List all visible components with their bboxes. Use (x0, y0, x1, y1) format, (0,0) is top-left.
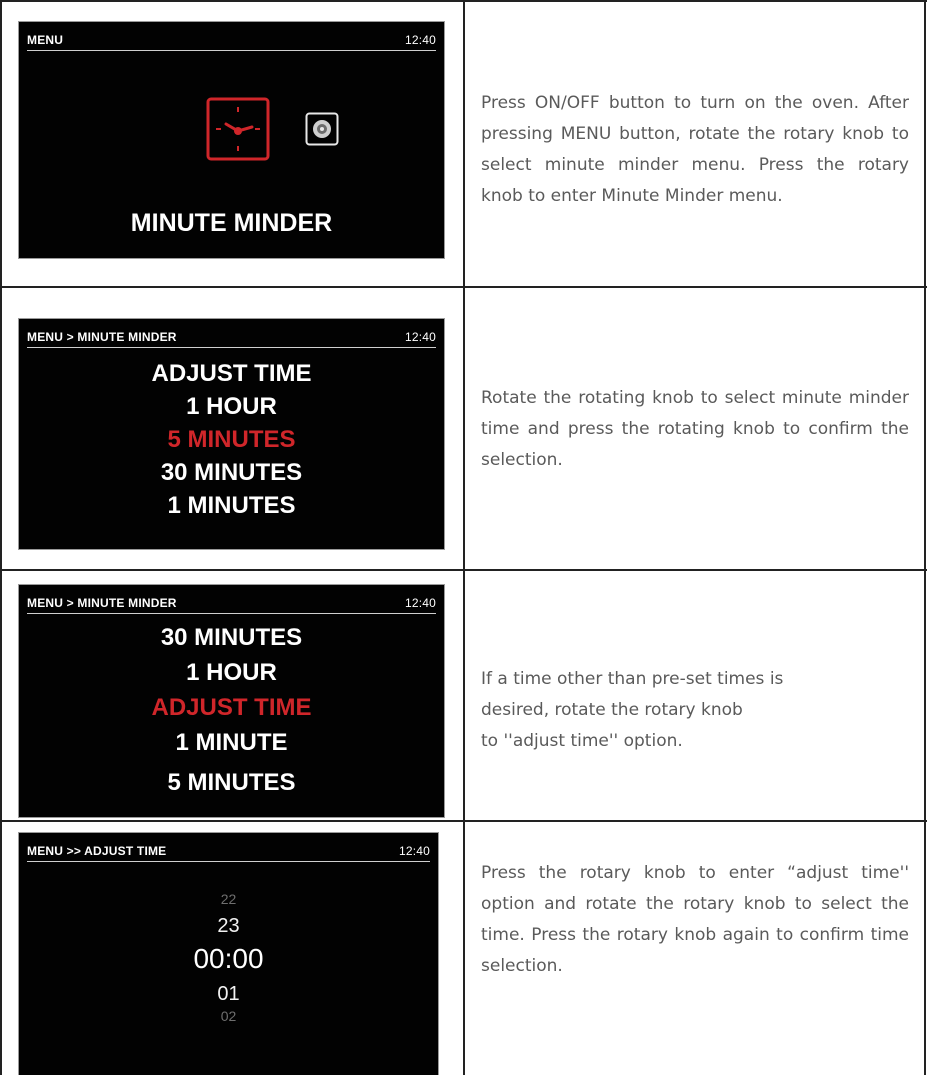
oven-display-menu: MENU 12:40 MINUTE MINDER (18, 21, 445, 259)
time-value: 01 (217, 983, 240, 1005)
step-description: Press the rotary knob to enter “adjust t… (481, 863, 909, 976)
display-header: MENU >> ADJUST TIME 12:40 (27, 843, 430, 862)
menu-option: 30 MINUTES (160, 624, 303, 651)
display-header: MENU > MINUTE MINDER 12:40 (27, 595, 436, 614)
step-description: If a time other than pre-set times is de… (481, 664, 909, 757)
oven-icon (305, 112, 339, 146)
display-breadcrumb: MENU > MINUTE MINDER (27, 596, 177, 610)
instruction-table: MENU 12:40 MINUTE MINDER Press ON/OFF bu… (0, 0, 927, 1075)
display-breadcrumb: MENU >> ADJUST TIME (27, 844, 167, 858)
menu-option: 30 MINUTES (160, 459, 303, 486)
table-row-divider (0, 286, 927, 288)
display-header: MENU > MINUTE MINDER 12:40 (27, 329, 436, 348)
menu-option: ADJUST TIME (151, 360, 312, 387)
display-clock: 12:40 (404, 330, 436, 344)
description-line: If a time other than pre-set times is (481, 669, 784, 689)
menu-option-selected: 5 MINUTES (167, 426, 296, 453)
menu-option-selected: ADJUST TIME (151, 694, 312, 721)
display-clock: 12:40 (398, 844, 430, 858)
description-line: to ''adjust time'' option. (481, 731, 683, 751)
display-breadcrumb: MENU (27, 33, 64, 47)
display-header: MENU 12:40 (27, 32, 436, 51)
menu-option: 1 MINUTE (175, 729, 288, 756)
table-border-top (0, 0, 927, 2)
description-line: desired, rotate the rotary knob (481, 700, 743, 720)
menu-option: 1 MINUTES (167, 492, 296, 519)
clock-icon (206, 97, 270, 161)
table-border-right (924, 0, 926, 1075)
menu-option: 5 MINUTES (167, 769, 296, 796)
display-clock: 12:40 (404, 596, 436, 610)
table-border-left (0, 0, 2, 1075)
display-breadcrumb: MENU > MINUTE MINDER (27, 330, 177, 344)
table-row-divider (0, 569, 927, 571)
time-value-current: 00:00 (193, 943, 264, 974)
table-column-divider (463, 0, 465, 1075)
step-description: Rotate the rotating knob to select minut… (481, 388, 909, 470)
display-clock: 12:40 (404, 33, 436, 47)
oven-display-minute-minder-adjust: MENU > MINUTE MINDER 12:40 30 MINUTES 1 … (18, 584, 445, 818)
table-row-divider (0, 820, 927, 822)
oven-display-minute-minder: MENU > MINUTE MINDER 12:40 ADJUST TIME 1… (18, 318, 445, 550)
time-value-faded: 22 (220, 891, 237, 907)
time-value-faded: 02 (220, 1008, 237, 1024)
time-value: 23 (217, 915, 240, 937)
menu-option: 1 HOUR (186, 393, 277, 420)
step-description: Press ON/OFF button to turn on the oven.… (481, 93, 909, 206)
oven-display-adjust-time: MENU >> ADJUST TIME 12:40 22 23 00:00 01… (18, 832, 439, 1075)
menu-option: 1 HOUR (186, 659, 277, 686)
display-selected-label: MINUTE MINDER (130, 209, 333, 237)
